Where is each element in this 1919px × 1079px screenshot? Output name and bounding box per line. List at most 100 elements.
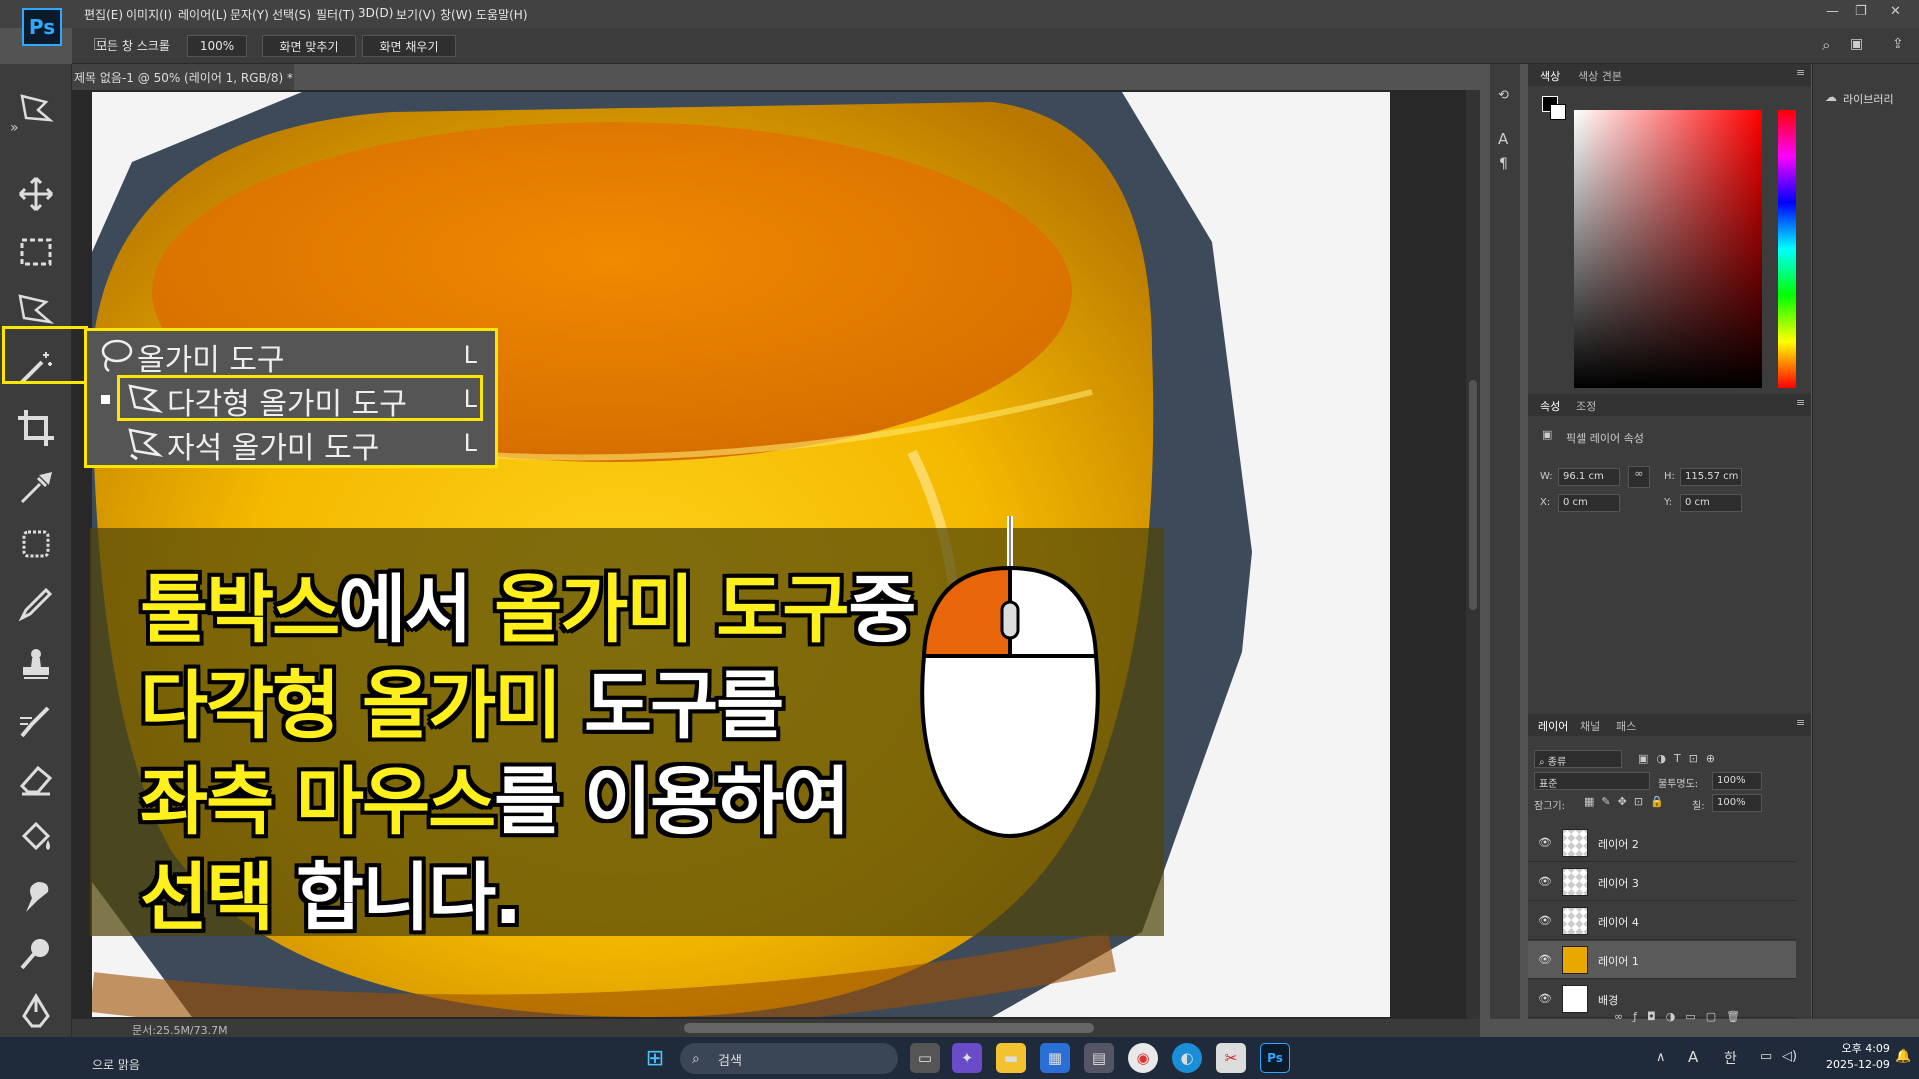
- smudge-tool-icon[interactable]: [14, 874, 58, 918]
- visibility-eye-icon[interactable]: 👁: [1538, 953, 1552, 966]
- tab-adjustments[interactable]: 조정: [1576, 398, 1596, 414]
- volume-icon[interactable]: ◁): [1782, 1049, 1797, 1064]
- ime-mode-han[interactable]: 한: [1724, 1048, 1737, 1068]
- layer-actions-bar[interactable]: ∞ƒ◘◑▭▢🗑: [1614, 1010, 1750, 1023]
- background-color-swatch[interactable]: [1550, 104, 1566, 120]
- network-icon[interactable]: ▭: [1760, 1049, 1772, 1064]
- menu-3d[interactable]: 3D(D): [358, 6, 393, 20]
- share-icon[interactable]: ⇪: [1892, 36, 1904, 52]
- opacity-field[interactable]: 100%: [1712, 772, 1762, 790]
- weather-status[interactable]: 으로 맑음: [92, 1056, 140, 1073]
- paragraph-icon[interactable]: ¶: [1499, 156, 1508, 172]
- tab-paths[interactable]: 패스: [1616, 718, 1636, 734]
- task-view-icon[interactable]: ▭: [910, 1043, 940, 1073]
- menu-filter[interactable]: 필터(T): [316, 6, 355, 23]
- tab-layers[interactable]: 레이어: [1538, 718, 1568, 734]
- flyout-item-lasso[interactable]: 올가미 도구 L: [87, 335, 495, 378]
- menu-layer[interactable]: 레이어(L): [178, 6, 227, 23]
- blend-mode-select[interactable]: 표준: [1534, 772, 1650, 790]
- pen-tool-icon[interactable]: [14, 990, 58, 1034]
- taskbar-search[interactable]: 검색: [680, 1043, 898, 1074]
- menu-window[interactable]: 창(W): [440, 6, 472, 23]
- notification-bell-icon[interactable]: 🔔: [1895, 1049, 1911, 1064]
- menu-help[interactable]: 도움말(H): [476, 6, 528, 23]
- menu-image[interactable]: 이미지(I): [126, 6, 172, 23]
- layer-filter-select[interactable]: ⌕ 종류: [1534, 750, 1622, 768]
- restore-icon[interactable]: ❐: [1855, 4, 1867, 19]
- panel-menu-icon[interactable]: ≡: [1796, 66, 1805, 79]
- calculator-icon[interactable]: ▤: [1084, 1043, 1114, 1073]
- stamp-tool-icon[interactable]: [14, 642, 58, 686]
- y-field[interactable]: 0 cm: [1680, 494, 1742, 512]
- menu-edit[interactable]: 편집(E): [84, 6, 123, 23]
- visibility-eye-icon[interactable]: 👁: [1538, 875, 1552, 888]
- copilot-icon[interactable]: ✦: [952, 1043, 982, 1073]
- store-icon[interactable]: ▦: [1040, 1043, 1070, 1073]
- windows-start-icon[interactable]: ⊞: [640, 1043, 670, 1073]
- eyedropper-tool-icon[interactable]: [14, 466, 58, 510]
- zoom-100-button[interactable]: 100%: [187, 35, 247, 57]
- layer-row[interactable]: 👁 레이어 2: [1528, 824, 1796, 862]
- properties-menu-icon[interactable]: ≡: [1796, 396, 1805, 409]
- snipping-tool-icon[interactable]: ✂: [1216, 1043, 1246, 1073]
- healing-brush-tool-icon[interactable]: [14, 522, 58, 566]
- file-explorer-icon[interactable]: ▬: [996, 1043, 1026, 1073]
- horizontal-scroll-thumb[interactable]: [684, 1023, 1094, 1033]
- document-tab[interactable]: 제목 없음-1 @ 50% (레이어 1, RGB/8) * ×: [72, 64, 294, 90]
- menu-select[interactable]: 선택(S): [272, 6, 311, 23]
- tray-chevron-icon[interactable]: ∧: [1656, 1050, 1666, 1065]
- width-field[interactable]: 96.1 cm: [1558, 468, 1620, 486]
- ime-mode-a[interactable]: A: [1688, 1048, 1698, 1066]
- fill-field[interactable]: 100%: [1712, 794, 1762, 812]
- photoshop-taskbar-icon[interactable]: Ps: [1260, 1043, 1290, 1073]
- tab-channels[interactable]: 채널: [1580, 718, 1600, 734]
- layer-row-selected[interactable]: 👁 레이어 1: [1528, 941, 1796, 979]
- chrome-icon[interactable]: ◉: [1128, 1043, 1158, 1073]
- tab-color[interactable]: 색상: [1540, 68, 1560, 84]
- lock-icons[interactable]: ▦✎✥⊡🔒: [1584, 795, 1671, 808]
- character-icon[interactable]: A: [1498, 130, 1508, 148]
- tab-swatches[interactable]: 색상 견본: [1578, 68, 1622, 84]
- search-icon[interactable]: ⌕: [1822, 36, 1830, 54]
- fill-screen-button[interactable]: 화면 채우기: [362, 35, 456, 57]
- layer-row[interactable]: 👁 레이어 3: [1528, 863, 1796, 901]
- fit-screen-button[interactable]: 화면 맞추기: [262, 35, 356, 57]
- minimize-icon[interactable]: —: [1826, 4, 1839, 19]
- clock[interactable]: 오후 4:09 2025-12-09: [1826, 1041, 1890, 1073]
- x-field[interactable]: 0 cm: [1558, 494, 1620, 512]
- vertical-scroll-thumb[interactable]: [1469, 380, 1477, 610]
- move-tool-icon[interactable]: [14, 172, 58, 216]
- layer-row[interactable]: 👁 레이어 4: [1528, 902, 1796, 940]
- close-icon[interactable]: ✕: [1890, 4, 1901, 19]
- link-icon[interactable]: ∞: [1628, 466, 1650, 488]
- crop-tool-icon[interactable]: [14, 406, 58, 450]
- brush-tool-icon[interactable]: [14, 582, 58, 626]
- libraries-icon[interactable]: ☁: [1825, 90, 1837, 104]
- visibility-eye-icon[interactable]: 👁: [1538, 836, 1552, 849]
- paint-bucket-tool-icon[interactable]: [14, 816, 58, 860]
- edge-icon[interactable]: ◐: [1172, 1043, 1202, 1073]
- height-field[interactable]: 115.57 cm: [1680, 468, 1742, 486]
- history-brush-tool-icon[interactable]: [14, 700, 58, 744]
- libraries-label[interactable]: 라이브러리: [1843, 91, 1894, 107]
- hue-slider[interactable]: [1778, 110, 1796, 388]
- menu-view[interactable]: 보기(V): [396, 6, 436, 23]
- history-icon[interactable]: ⟲: [1498, 88, 1509, 103]
- eraser-tool-icon[interactable]: [14, 758, 58, 802]
- expand-toolbar-icon[interactable]: »: [10, 120, 19, 136]
- menu-type[interactable]: 문자(Y): [230, 6, 269, 23]
- flyout-item-polygonal-lasso[interactable]: 다각형 올가미 도구 L: [87, 375, 495, 422]
- color-picker-field[interactable]: [1574, 110, 1762, 388]
- layer-thumbnail: [1562, 829, 1588, 857]
- flyout-item-magnetic-lasso[interactable]: 자석 올가미 도구 L: [87, 423, 495, 466]
- marquee-tool-icon[interactable]: [14, 230, 58, 274]
- layer-filter-value: 종류: [1547, 757, 1567, 768]
- layer-filter-icons[interactable]: ▣◑T⊡⊕: [1638, 752, 1723, 765]
- visibility-eye-icon[interactable]: 👁: [1538, 914, 1552, 927]
- layers-menu-icon[interactable]: ≡: [1796, 716, 1805, 729]
- workspace-icon[interactable]: ▣: [1850, 36, 1863, 52]
- tab-properties[interactable]: 속성: [1540, 398, 1560, 414]
- vertical-scrollbar[interactable]: [1466, 90, 1480, 1020]
- dodge-tool-icon[interactable]: [14, 932, 58, 976]
- visibility-eye-icon[interactable]: 👁: [1538, 992, 1552, 1005]
